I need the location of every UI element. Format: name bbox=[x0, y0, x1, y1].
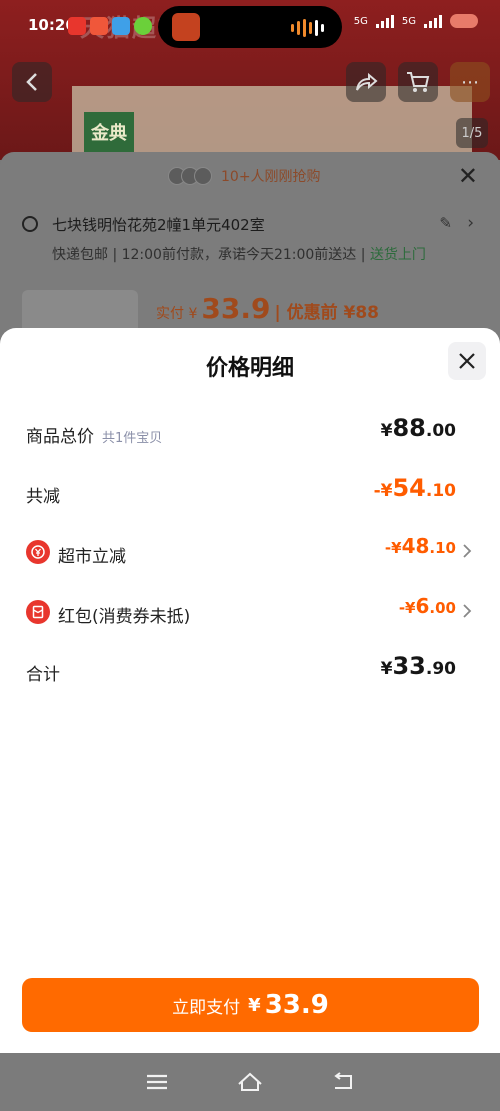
address-text: 七块钱明怡花苑2幢1单元402室 bbox=[52, 216, 265, 234]
signal-icon bbox=[424, 14, 442, 28]
share-button[interactable] bbox=[346, 62, 386, 102]
share-icon bbox=[356, 72, 378, 91]
order-sheet: 10+人刚刚抢购 ✕ 七块钱明怡花苑2幢1单元402室 ✎ › 快递包邮 | 1… bbox=[0, 152, 500, 352]
pay-currency: ¥ bbox=[248, 994, 261, 1016]
home-icon[interactable] bbox=[232, 1064, 268, 1100]
red-packet-icon bbox=[26, 600, 50, 624]
order-sheet-close-button[interactable]: ✕ bbox=[458, 162, 478, 190]
item-count: 共1件宝贝 bbox=[102, 431, 163, 446]
close-icon: ✕ bbox=[457, 162, 478, 190]
delivery-badge: 送货上门 bbox=[369, 247, 426, 263]
menu-icon[interactable] bbox=[139, 1064, 175, 1100]
chevron-right-icon bbox=[463, 544, 472, 558]
yen-coupon-icon bbox=[26, 540, 50, 564]
supermarket-discount-label: 超市立减 bbox=[58, 547, 126, 567]
cart-button[interactable] bbox=[398, 62, 438, 102]
paid-value: 33.9 bbox=[201, 292, 271, 325]
audio-wave-icon bbox=[291, 19, 324, 37]
more-icon: ⋯ bbox=[461, 71, 479, 93]
network-type-2: 5G bbox=[401, 15, 416, 27]
total-discount-row: 共减 -¥ 54.10 bbox=[26, 472, 474, 512]
grand-total-label: 合计 bbox=[26, 665, 60, 685]
brand-logo: 金典 bbox=[84, 112, 134, 152]
price-detail-modal: 价格明细 商品总价 共1件宝贝 ¥88.00 共减 -¥ 54.10 超市立减 -¥… bbox=[0, 328, 500, 1053]
pay-now-label: 立即支付 bbox=[172, 997, 241, 1018]
app-notification-icon bbox=[112, 17, 130, 35]
signal-icon bbox=[375, 14, 394, 28]
recent-buyers: 10+人刚刚抢购 bbox=[168, 166, 321, 186]
status-app-icons bbox=[68, 17, 152, 35]
image-pager: 1/5 bbox=[456, 118, 488, 148]
pay-now-button[interactable]: 立即支付 ¥ 33.9 bbox=[22, 978, 479, 1032]
goods-total-row: 商品总价 共1件宝贝 ¥88.00 bbox=[26, 412, 474, 452]
supermarket-discount-amount: -¥ 48.10 bbox=[384, 534, 456, 558]
supermarket-discount-row[interactable]: 超市立减 -¥ 48.10 bbox=[26, 532, 474, 572]
back-button[interactable] bbox=[12, 62, 52, 102]
system-nav-bar bbox=[0, 1053, 500, 1111]
status-indicators: 5G 5G bbox=[354, 14, 478, 28]
grand-total-row: 合计 ¥33.90 bbox=[26, 650, 474, 690]
status-bar: 10:26 5G 5G bbox=[0, 0, 500, 52]
shipping-text: 快递包邮 | 12:00前付款，承诺今天21:00前送达 | bbox=[52, 247, 370, 263]
app-notification-icon bbox=[68, 17, 86, 35]
return-icon[interactable] bbox=[325, 1064, 361, 1100]
red-packet-label: 红包(消费券未抵) bbox=[58, 607, 191, 627]
total-discount-amount: -¥ 54.10 bbox=[373, 474, 456, 502]
battery-icon bbox=[450, 14, 478, 28]
back-arrow-icon bbox=[26, 73, 37, 91]
original-price: | 优惠前 ¥88 bbox=[274, 303, 379, 323]
chevron-right-icon bbox=[463, 604, 472, 618]
buyers-text: 10+人刚刚抢购 bbox=[221, 169, 321, 185]
pay-amount: 33.9 bbox=[264, 990, 329, 1020]
buyer-avatars bbox=[168, 167, 212, 185]
paid-label: 实付 ¥ bbox=[156, 306, 198, 322]
shipping-info: 快递包邮 | 12:00前付款，承诺今天21:00前送达 | 送货上门 bbox=[52, 244, 426, 264]
red-packet-amount: -¥ 6.00 bbox=[398, 594, 456, 618]
location-pin-icon bbox=[22, 216, 38, 232]
paid-summary: 实付 ¥ 33.9 | 优惠前 ¥88 bbox=[156, 292, 379, 325]
goods-total-amount: ¥88.00 bbox=[380, 414, 456, 442]
grand-total-amount: ¥33.90 bbox=[380, 652, 456, 680]
app-notification-icon bbox=[90, 17, 108, 35]
edit-pencil-icon[interactable]: ✎ bbox=[439, 214, 452, 232]
app-notification-icon bbox=[134, 17, 152, 35]
cart-icon bbox=[407, 72, 430, 92]
modal-close-button[interactable] bbox=[448, 342, 486, 380]
close-icon bbox=[459, 353, 475, 369]
more-button[interactable]: ⋯ bbox=[450, 62, 490, 102]
music-cover-icon bbox=[172, 13, 200, 41]
network-type-1: 5G bbox=[353, 15, 368, 27]
red-packet-row[interactable]: 红包(消费券未抵) -¥ 6.00 bbox=[26, 592, 474, 632]
chevron-right-icon: › bbox=[467, 213, 474, 233]
dynamic-island[interactable] bbox=[158, 6, 342, 48]
total-discount-label: 共减 bbox=[26, 487, 60, 507]
goods-total-label: 商品总价 共1件宝贝 bbox=[26, 427, 163, 447]
modal-title: 价格明细 bbox=[205, 356, 294, 381]
